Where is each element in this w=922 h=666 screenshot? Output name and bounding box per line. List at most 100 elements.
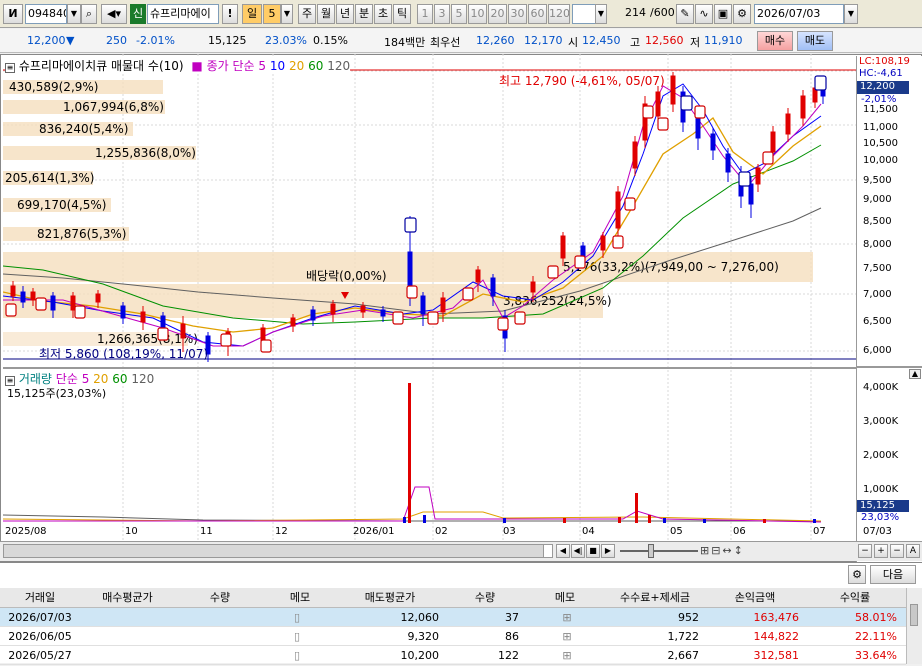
stock-name-field[interactable]: 슈프리마에이 <box>147 4 219 24</box>
low-price: 11,910 <box>704 34 743 47</box>
scroll-right-icon[interactable]: ▶ <box>601 544 615 558</box>
minute-10-button[interactable]: 10 <box>468 4 487 24</box>
table-settings-icon[interactable]: ⚙ <box>848 565 866 584</box>
zoom-slider[interactable] <box>620 550 698 552</box>
trade-date: 2026/07/03 <box>8 611 72 624</box>
change-arrow: ▼ <box>66 34 75 47</box>
zoom-slider-thumb[interactable] <box>648 544 654 558</box>
low-label: 저 <box>690 36 701 49</box>
col-header: 메모 <box>289 591 311 604</box>
minute-20-button[interactable]: 20 <box>488 4 507 24</box>
col-header: 매도평균가 <box>364 591 416 604</box>
dividend-marker <box>341 292 349 299</box>
buy-button[interactable]: 매수 <box>757 31 793 51</box>
memo-edit-icon[interactable]: ⊞ <box>560 646 574 666</box>
priority-label: 최우선 <box>430 36 461 49</box>
minute-3-button[interactable]: 3 <box>434 4 450 24</box>
date-input[interactable]: 2026/07/03 <box>754 4 844 24</box>
date-picker-icon[interactable]: ▼ <box>844 4 858 24</box>
settings-gear-icon[interactable]: ⚙ <box>733 4 751 24</box>
col-header: 수량 <box>474 591 496 604</box>
table-header: 거래일 매수평균가 수량 메모 매도평균가 수량 메모 수수료+제세금 손익금액… <box>0 588 906 608</box>
low-annotation: 최저 5,860 (108,19%, 11/07) <box>39 347 209 361</box>
volume-y-tick: 4,000K <box>863 382 899 393</box>
period-month-button[interactable]: 월 <box>317 4 335 24</box>
memo-edit-icon[interactable]: ⊞ <box>560 608 574 628</box>
reset-zoom-icon[interactable]: − <box>890 544 904 558</box>
stock-code-input[interactable]: 094840 <box>25 4 67 24</box>
scroll-track[interactable] <box>3 544 553 558</box>
chart-tools-icons[interactable]: ⊞⊟↔↕ <box>700 544 745 557</box>
search-icon[interactable]: ⌕ <box>81 4 97 24</box>
fee-tax: 1,722 <box>667 630 700 643</box>
y-tick: 7,500 <box>863 263 892 274</box>
minute-120-button[interactable]: 120 <box>548 4 570 24</box>
stop-icon[interactable]: ■ <box>586 544 600 558</box>
table-row[interactable]: 2026/06/05 ▯ 9,320 86 ⊞ 1,722 144,822 22… <box>0 627 906 646</box>
scroll-left-icon[interactable]: ◀ <box>556 544 570 558</box>
minute-30-button[interactable]: 30 <box>508 4 527 24</box>
period-dropdown-icon[interactable]: ▼ <box>281 4 293 24</box>
save-icon[interactable]: ▣ <box>714 4 732 24</box>
priority-ask: 12,260 <box>476 34 515 47</box>
period-day-button[interactable]: 일 <box>242 4 262 24</box>
memo-icon[interactable]: ▯ <box>290 646 304 666</box>
next-button[interactable]: 다음 <box>870 565 916 584</box>
current-price: 12,200 <box>27 34 66 47</box>
chart-menu-icon[interactable]: Ͷ <box>3 4 23 24</box>
period-tick-button[interactable]: 틱 <box>393 4 411 24</box>
fee-tax: 952 <box>678 611 699 624</box>
period-second-button[interactable]: 초 <box>374 4 392 24</box>
period-week-button[interactable]: 주 <box>298 4 316 24</box>
y-tick: 11,500 <box>863 104 898 115</box>
profit-amount: 163,476 <box>753 611 800 624</box>
x-tick: 10 <box>125 526 138 537</box>
quote-bar: 12,200 ▼ 250 -2.01% 15,125 23.03% 0.15% … <box>0 29 922 53</box>
custom-dropdown-icon[interactable]: ▼ <box>595 4 607 24</box>
toolbar: Ͷ 094840 ▼ ⌕ ◀▾ 신 슈프리마에이 ! 일 5 ▼ 주 월 년 분… <box>0 0 922 28</box>
minute-60-button[interactable]: 60 <box>528 4 547 24</box>
volume-scale-up-icon[interactable]: ▲ <box>909 369 921 379</box>
scroll-thumb[interactable] <box>4 545 544 557</box>
sell-quantity: 122 <box>498 649 519 662</box>
memo-icon[interactable]: ▯ <box>290 608 304 628</box>
trade-date: 2026/05/27 <box>8 649 72 662</box>
period-num-button[interactable]: 5 <box>263 4 281 24</box>
y-tick: 11,000 <box>863 122 898 133</box>
high-price: 12,560 <box>645 34 684 47</box>
code-dropdown-icon[interactable]: ▼ <box>67 4 81 24</box>
y-tick: 9,500 <box>863 175 892 186</box>
high-label: 고 <box>630 36 641 49</box>
scroll-end-left-icon[interactable]: ◀| <box>571 544 585 558</box>
table-row[interactable]: 2026/07/03 ▯ 12,060 37 ⊞ 952 163,476 58.… <box>0 608 906 627</box>
table-row[interactable]: 2026/05/27 ▯ 10,200 122 ⊞ 2,667 312,581 … <box>0 646 906 665</box>
indicator-icon[interactable]: ∿ <box>695 4 713 24</box>
tool-icon[interactable]: ✎ <box>676 4 694 24</box>
memo-icon[interactable]: ▯ <box>290 627 304 647</box>
minute-5-button[interactable]: 5 <box>451 4 467 24</box>
zoom-in-icon[interactable]: + <box>874 544 888 558</box>
table-scrollbar[interactable] <box>906 588 922 664</box>
sell-quantity: 37 <box>505 611 519 624</box>
x-tick: 03 <box>503 526 516 537</box>
fee-tax: 2,667 <box>667 649 700 662</box>
y-tick: 8,500 <box>863 216 892 227</box>
profit-rate: 22.11% <box>855 630 897 643</box>
sound-icon[interactable]: ◀▾ <box>101 4 127 24</box>
hc-label: HC:-4,61 <box>859 68 903 79</box>
zoom-out-icon[interactable]: − <box>858 544 872 558</box>
warning-button[interactable]: ! <box>222 4 238 24</box>
volume-value: 15,125 <box>208 34 247 47</box>
table-scroll-thumb[interactable] <box>910 604 918 626</box>
y-tick: 6,500 <box>863 316 892 327</box>
period-year-button[interactable]: 년 <box>336 4 354 24</box>
minute-1-button[interactable]: 1 <box>417 4 433 24</box>
sell-button[interactable]: 매도 <box>797 31 833 51</box>
auto-scale-icon[interactable]: A <box>906 544 920 558</box>
volume-y-tick: 3,000K <box>863 416 899 427</box>
memo-edit-icon[interactable]: ⊞ <box>560 627 574 647</box>
volume-panel: ≡ 거래량 단순 5 20 60 120 15,125주(23,03%) <box>3 367 856 525</box>
count-input[interactable]: 214 <box>612 4 648 24</box>
lc-label: LC:108,19 <box>859 56 910 67</box>
period-minute-button[interactable]: 분 <box>355 4 373 24</box>
